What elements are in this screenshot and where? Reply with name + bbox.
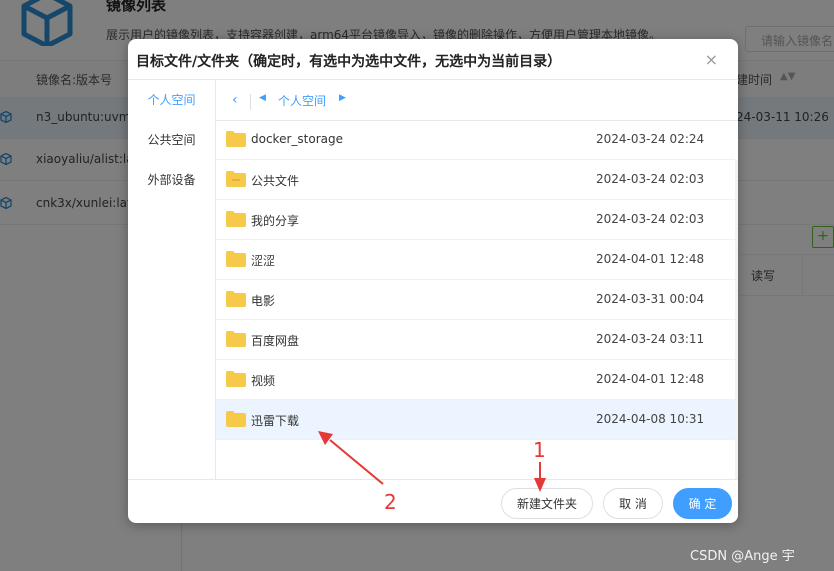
list-item[interactable]: 百度网盘 2024-03-24 03:11 bbox=[216, 320, 735, 360]
list-item[interactable]: 我的分享 2024-03-24 02:03 bbox=[216, 200, 735, 240]
file-name: 我的分享 bbox=[251, 214, 300, 228]
watermark: CSDN @Ange 宇 bbox=[690, 549, 795, 564]
file-name: 视频 bbox=[251, 374, 276, 388]
list-item[interactable]: docker_storage 2024-03-24 02:24 bbox=[216, 120, 735, 160]
file-date: 2024-03-24 02:24 bbox=[596, 132, 705, 146]
file-picker-dialog: 目标文件/文件夹（确定时，有选中为选中文件，无选中为当前目录） × 个人空间 公… bbox=[128, 39, 738, 523]
breadcrumb[interactable]: 个人空间 bbox=[278, 92, 326, 109]
dialog-body: 个人空间 公共空间 外部设备 ‹ ◀ 个人空间 ▶ docker_storage… bbox=[128, 79, 738, 480]
scrollbar[interactable] bbox=[735, 160, 738, 480]
folder-icon bbox=[226, 251, 246, 267]
shared-folder-icon bbox=[226, 171, 246, 187]
file-date: 2024-03-24 03:11 bbox=[596, 332, 705, 346]
file-name: 百度网盘 bbox=[251, 334, 300, 348]
folder-icon bbox=[226, 131, 246, 147]
file-list: docker_storage 2024-03-24 02:24 公共文件 202… bbox=[216, 120, 738, 480]
sidebar-item-personal[interactable]: 个人空间 bbox=[128, 80, 215, 120]
folder-icon bbox=[226, 211, 246, 227]
annotation-number-1: 1 bbox=[533, 438, 546, 462]
divider bbox=[250, 94, 251, 110]
back-icon[interactable]: ‹ bbox=[232, 92, 238, 108]
caret-right-icon[interactable]: ▶ bbox=[339, 93, 346, 103]
folder-icon bbox=[226, 371, 246, 387]
close-icon[interactable]: × bbox=[705, 50, 718, 69]
sidebar-item-external[interactable]: 外部设备 bbox=[128, 160, 215, 200]
cancel-button[interactable]: 取 消 bbox=[603, 488, 663, 519]
folder-icon bbox=[226, 291, 246, 307]
file-date: 2024-03-31 00:04 bbox=[596, 292, 705, 306]
folder-icon bbox=[226, 331, 246, 347]
location-sidebar: 个人空间 公共空间 外部设备 bbox=[128, 80, 216, 480]
list-item[interactable]: 公共文件 2024-03-24 02:03 bbox=[216, 160, 735, 200]
file-date: 2024-04-08 10:31 bbox=[596, 412, 705, 426]
annotation-number-2: 2 bbox=[384, 490, 397, 514]
dialog-title: 目标文件/文件夹（确定时，有选中为选中文件，无选中为当前目录） bbox=[136, 54, 562, 70]
file-date: 2024-03-24 02:03 bbox=[596, 212, 705, 226]
file-date: 2024-04-01 12:48 bbox=[596, 372, 705, 386]
file-name: 涩涩 bbox=[251, 254, 276, 268]
sidebar-item-public[interactable]: 公共空间 bbox=[128, 120, 215, 160]
list-item[interactable]: 迅雷下载 2024-04-08 10:31 bbox=[216, 400, 735, 440]
file-date: 2024-03-24 02:03 bbox=[596, 172, 705, 186]
dialog-footer: 新建文件夹 取 消 确 定 bbox=[128, 479, 738, 523]
path-bar: ‹ ◀ 个人空间 ▶ bbox=[216, 80, 738, 121]
list-item[interactable]: 视频 2024-04-01 12:48 bbox=[216, 360, 735, 400]
caret-left-icon[interactable]: ◀ bbox=[259, 93, 266, 103]
folder-icon bbox=[226, 411, 246, 427]
confirm-button[interactable]: 确 定 bbox=[673, 488, 732, 519]
file-name: 迅雷下载 bbox=[251, 414, 300, 428]
file-date: 2024-04-01 12:48 bbox=[596, 252, 705, 266]
new-folder-button[interactable]: 新建文件夹 bbox=[501, 488, 593, 519]
file-name: 电影 bbox=[251, 294, 276, 308]
file-name: 公共文件 bbox=[251, 174, 300, 188]
list-item[interactable]: 电影 2024-03-31 00:04 bbox=[216, 280, 735, 320]
list-item[interactable]: 涩涩 2024-04-01 12:48 bbox=[216, 240, 735, 280]
file-name: docker_storage bbox=[251, 132, 343, 146]
